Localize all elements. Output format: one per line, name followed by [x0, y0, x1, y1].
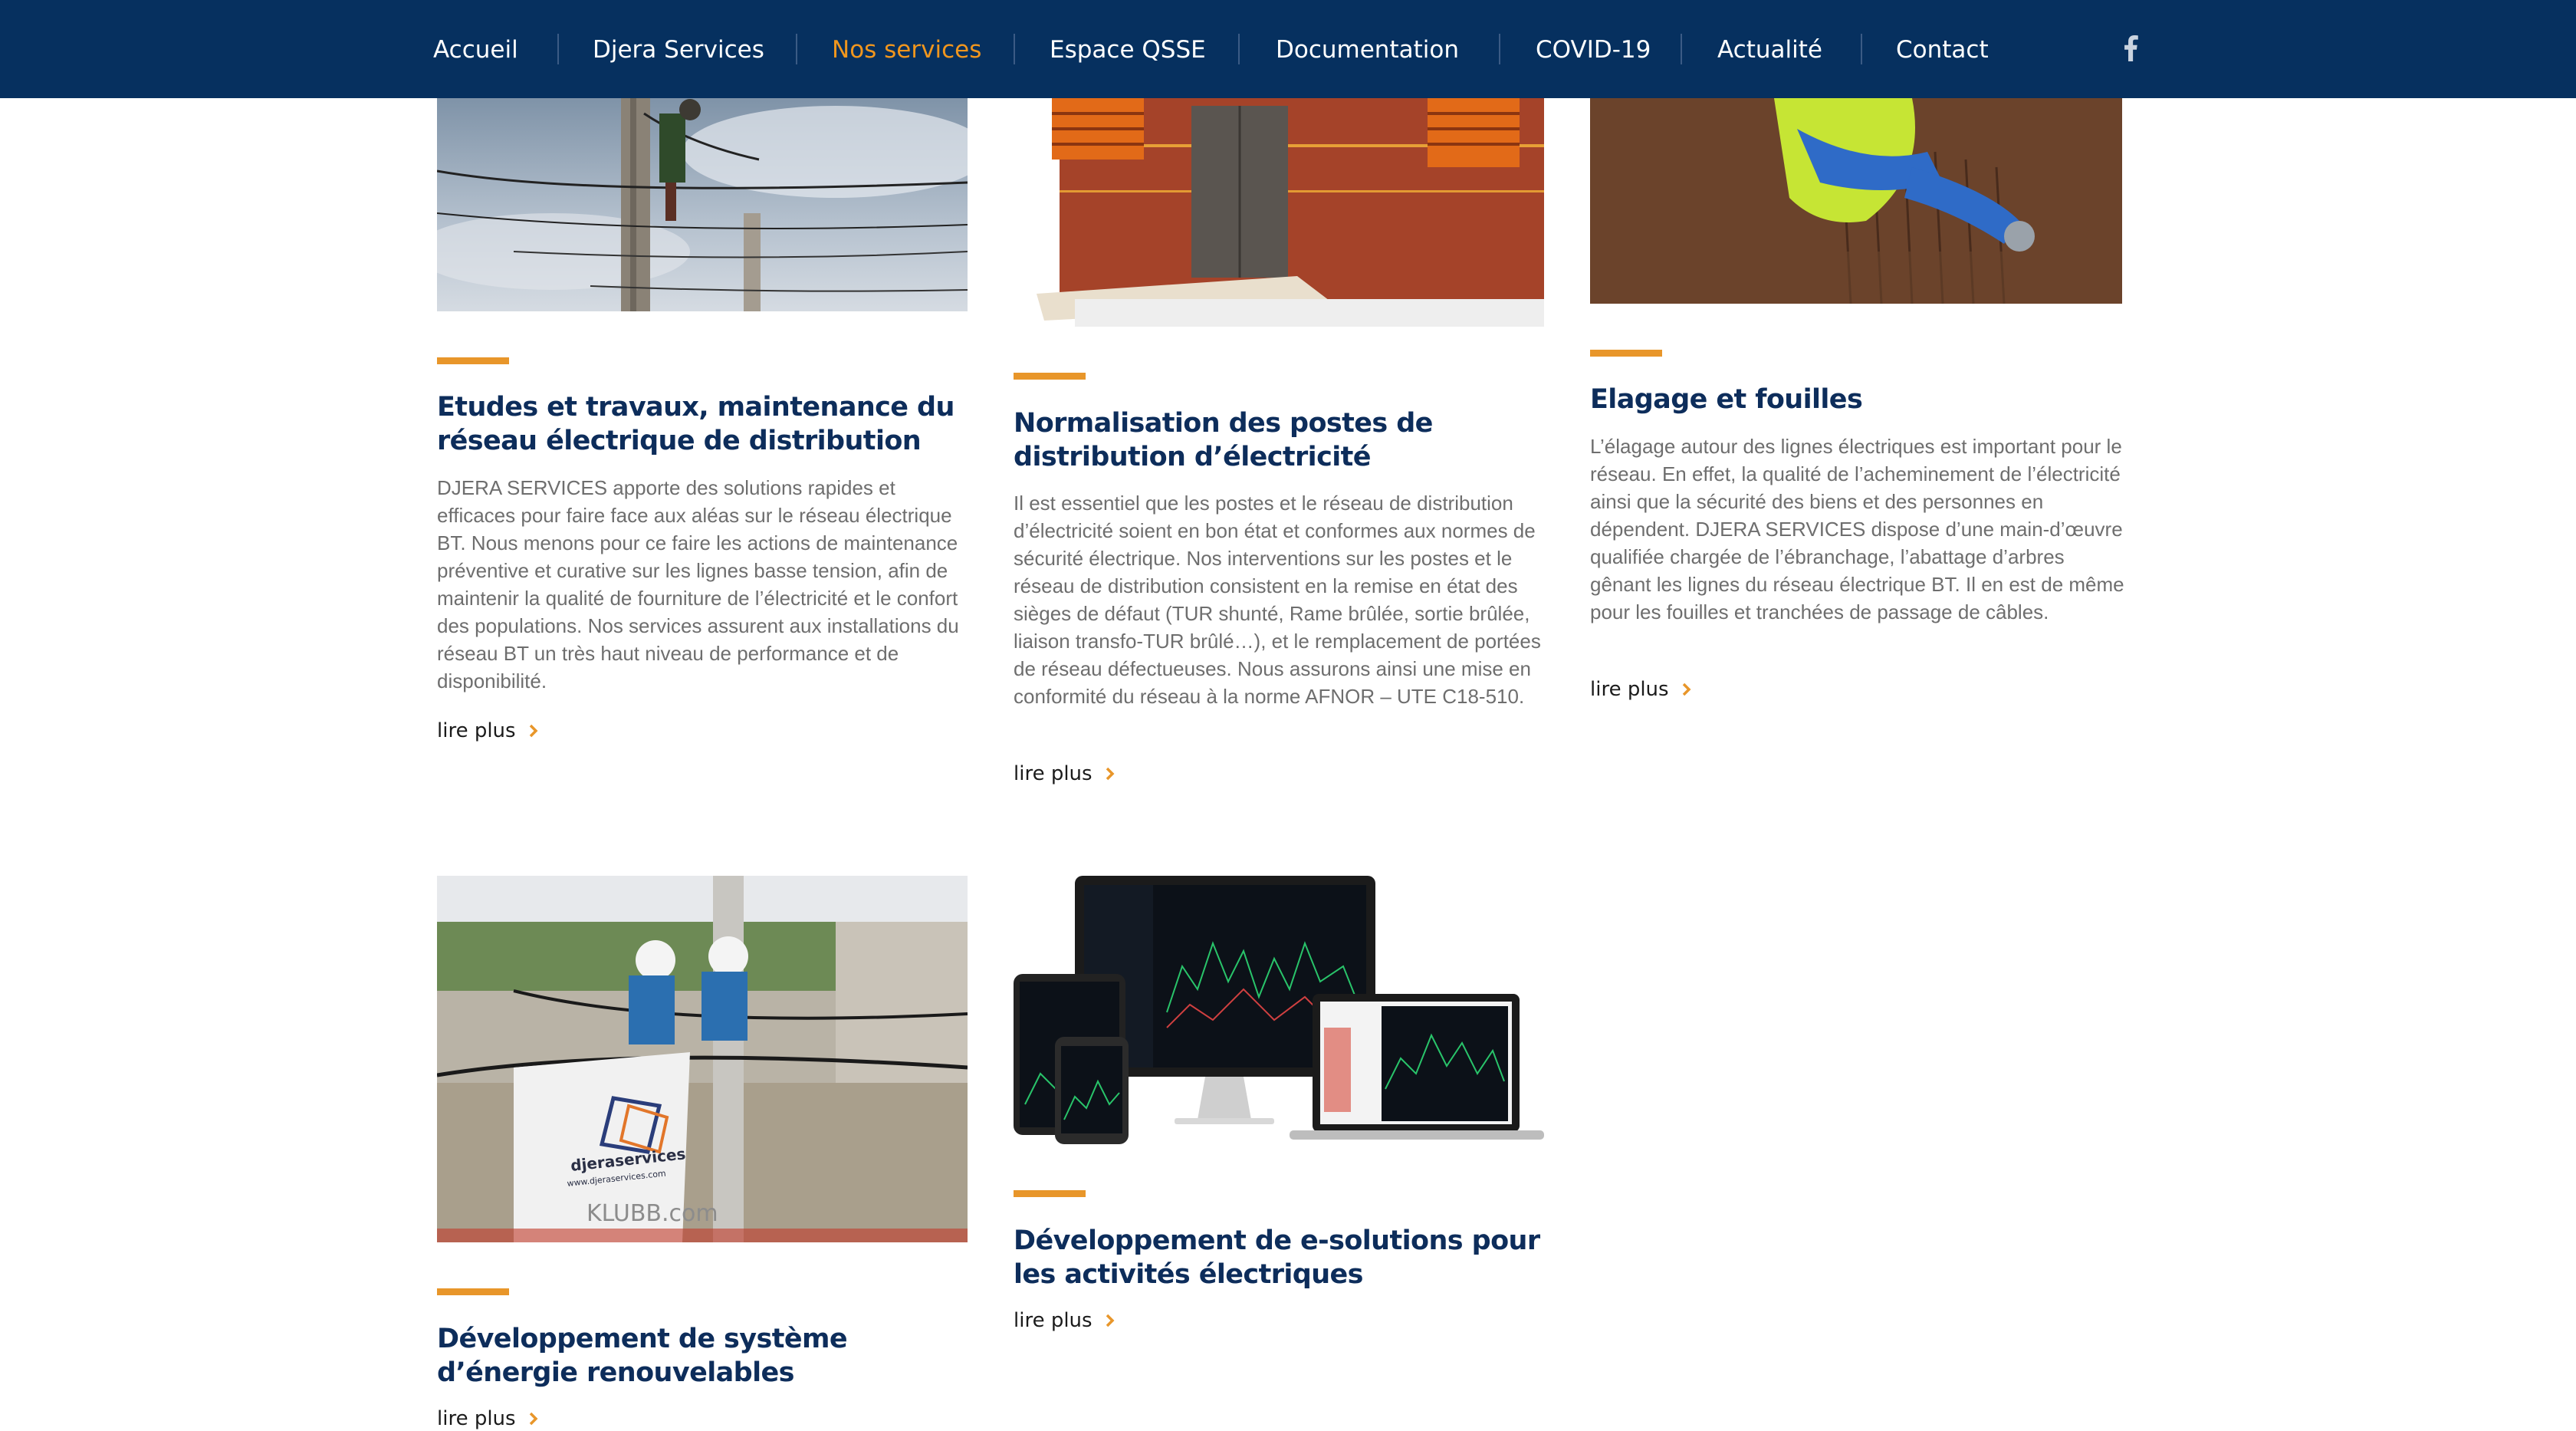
nav-item-covid-19[interactable]: COVID-19 — [1536, 0, 1651, 98]
read-more-link[interactable]: lire plus — [437, 1407, 539, 1430]
read-more-link[interactable]: lire plus — [1014, 762, 1116, 785]
read-more-label: lire plus — [1590, 678, 1669, 701]
truck-lower-text: KLUBB.com — [586, 1200, 718, 1227]
chevron-right-icon — [529, 1412, 538, 1426]
nav-separator — [1861, 34, 1862, 64]
power-line-worker-image — [437, 98, 968, 311]
nav-item-documentation[interactable]: Documentation — [1276, 0, 1459, 98]
read-more-label: lire plus — [437, 1407, 516, 1430]
read-more-link[interactable]: lire plus — [1014, 1309, 1116, 1332]
card-description: Il est essentiel que les postes et le ré… — [1014, 492, 1541, 708]
nav-item-contact[interactable]: Contact — [1896, 0, 1989, 98]
read-more-label: lire plus — [1014, 762, 1092, 785]
nav-item-nos-services[interactable]: Nos services — [832, 0, 981, 98]
nav-item-espace-qsse[interactable]: Espace QSSE — [1050, 0, 1206, 98]
read-more-label: lire plus — [1014, 1309, 1092, 1332]
read-more-link[interactable]: lire plus — [1590, 678, 1692, 701]
nav-separator — [1681, 34, 1682, 64]
accent-bar — [437, 357, 509, 364]
card-description: DJERA SERVICES apporte des solutions rap… — [437, 476, 959, 692]
accent-bar — [1014, 373, 1086, 380]
accent-bar — [1014, 1190, 1086, 1197]
read-more-link[interactable]: lire plus — [437, 719, 539, 742]
nav-menu: Accueil Djera Services Nos services Espa… — [0, 0, 2576, 98]
accent-bar — [1590, 350, 1662, 357]
nav-item-accueil[interactable]: Accueil — [433, 0, 518, 98]
card-description: L’élagage autour des lignes électriques … — [1590, 435, 2124, 623]
read-more-label: lire plus — [437, 719, 516, 742]
card-title: Développement de système d’énergie renou… — [437, 1324, 848, 1388]
card-title: Normalisation des postes de distribution… — [1014, 408, 1433, 472]
nav-item-djera-services[interactable]: Djera Services — [593, 0, 764, 98]
chevron-right-icon — [1106, 1314, 1115, 1327]
nav-separator — [1014, 34, 1015, 64]
bucket-truck-workers-image: djeraservices www.djeraservices.com KLUB… — [437, 876, 968, 1242]
card-title: Elagage et fouilles — [1590, 384, 1863, 415]
nav-separator — [1499, 34, 1500, 64]
card-title: Développement de e-solutions pour les ac… — [1014, 1225, 1540, 1290]
card-title: Etudes et travaux, maintenance du réseau… — [437, 392, 955, 456]
substation-building-image — [1014, 98, 1544, 327]
facebook-icon[interactable] — [2119, 35, 2145, 61]
top-navbar: Accueil Djera Services Nos services Espa… — [0, 0, 2576, 98]
accent-bar — [437, 1288, 509, 1295]
trench-worker-image — [1590, 98, 2122, 304]
nav-separator — [557, 34, 559, 64]
chevron-right-icon — [1106, 767, 1115, 781]
devices-trading-charts-image — [1014, 874, 1544, 1144]
nav-item-actualite[interactable]: Actualité — [1717, 0, 1822, 98]
chevron-right-icon — [1682, 683, 1691, 696]
nav-separator — [796, 34, 797, 64]
chevron-right-icon — [529, 724, 538, 738]
nav-separator — [1238, 34, 1240, 64]
